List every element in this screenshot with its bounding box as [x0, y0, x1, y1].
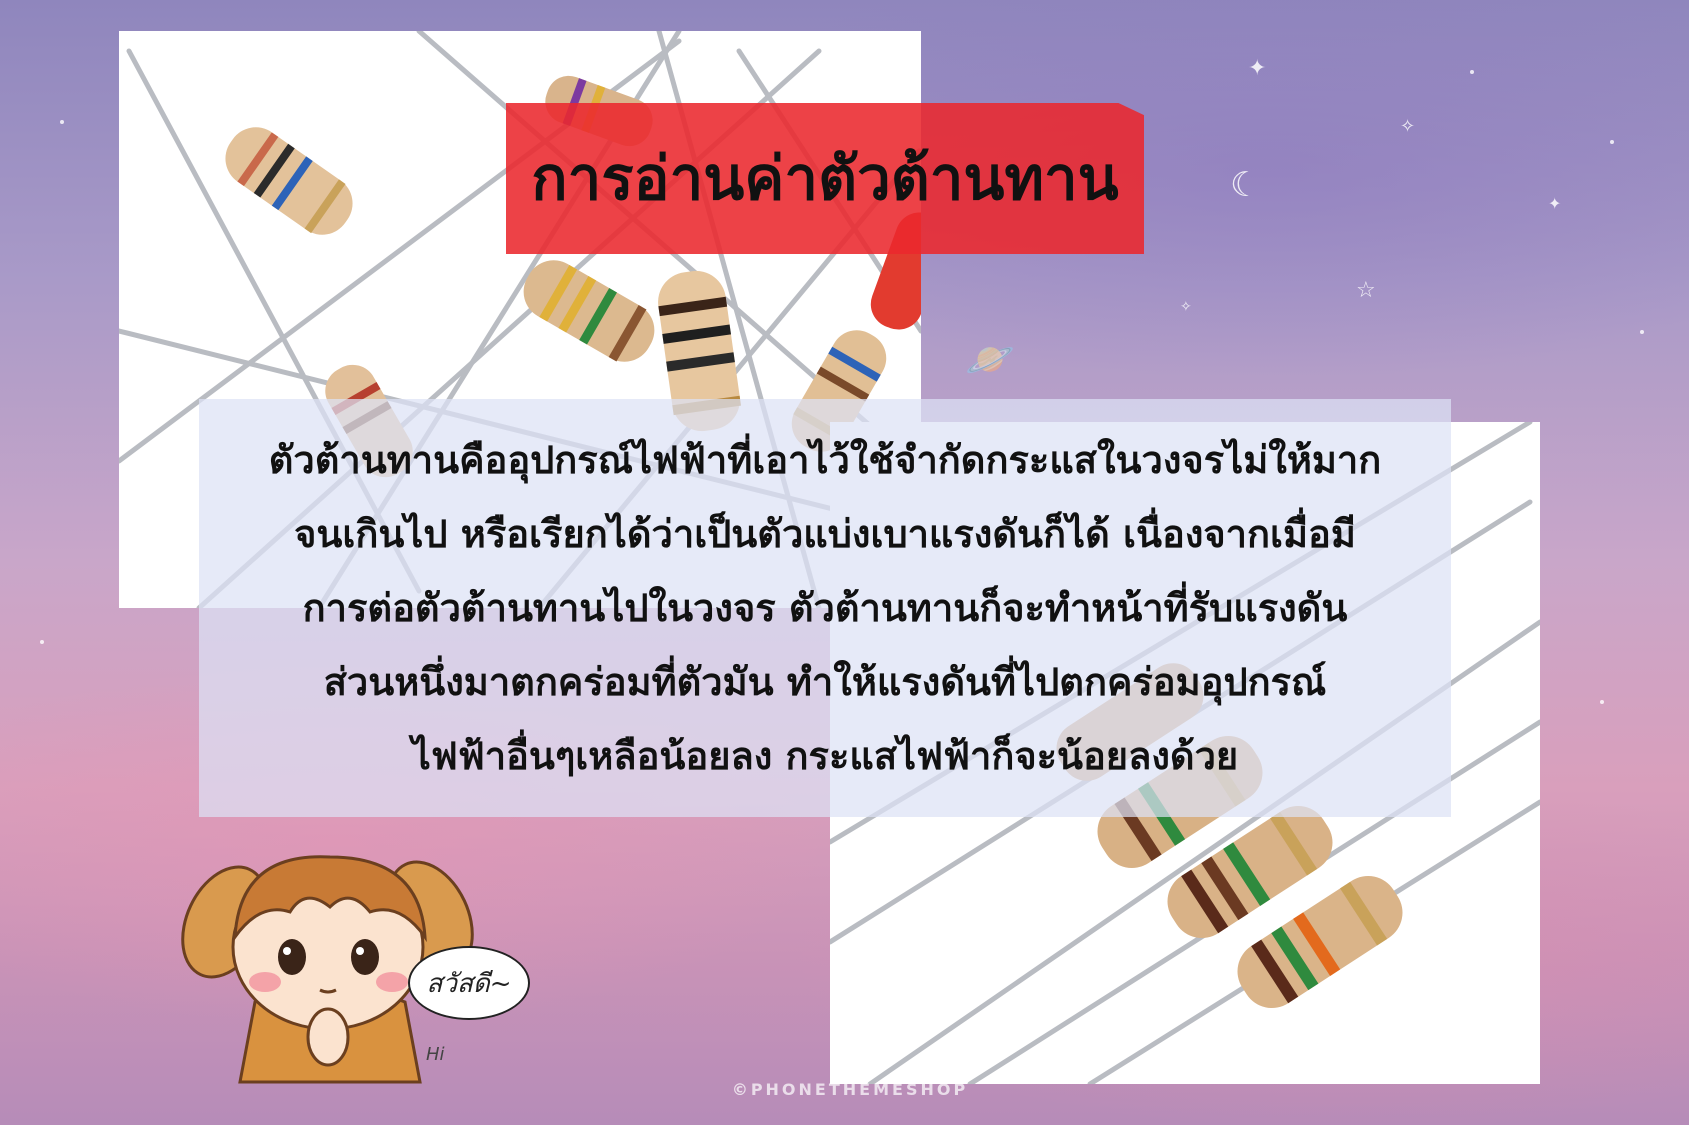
star-icon: ☾	[1230, 165, 1261, 205]
watermark: ©PHONETHEMESHOP	[731, 1080, 969, 1099]
sparkle-dot	[1600, 700, 1604, 704]
star-icon: ☆	[1356, 278, 1376, 303]
mascot-hands	[306, 1007, 350, 1067]
star-icon: ✧	[1400, 116, 1416, 137]
description-line: การต่อตัวต้านทานไปในวงจร ตัวต้านทานก็จะท…	[302, 585, 1348, 630]
mascot-eye-left	[278, 939, 306, 975]
description-line: ส่วนหนึ่งมาตกคร่อมที่ตัวมัน ทำให้แรงดันท…	[323, 659, 1327, 704]
hi-text: Hi	[426, 1044, 445, 1065]
description-line: ตัวต้านทานคืออุปกรณ์ไฟฟ้าที่เอาไว้ใช้จำก…	[268, 437, 1382, 482]
description-panel: ตัวต้านทานคืออุปกรณ์ไฟฟ้าที่เอาไว้ใช้จำก…	[199, 399, 1451, 817]
greeting-text: สวัสดี~	[426, 968, 512, 999]
sparkle-dot	[1470, 70, 1474, 74]
mascot-eye-right	[351, 939, 379, 975]
star-icon: ✦	[1548, 194, 1562, 213]
page-title: การอ่านค่าตัวต้านทาน	[531, 144, 1119, 214]
description-line: ไฟฟ้าอื่นๆเหลือน้อยลง กระแสไฟฟ้าก็จะน้อย…	[411, 733, 1239, 778]
description-line: จนเกินไป หรือเรียกได้ว่าเป็นตัวแบ่งเบาแร…	[294, 511, 1356, 556]
star-icon: ✧	[1180, 299, 1192, 315]
greeting-bubble: สวัสดี~	[408, 946, 530, 1020]
title-banner: การอ่านค่าตัวต้านทาน	[506, 103, 1144, 254]
sparkle-dot	[40, 640, 44, 644]
sparkle-dot	[1640, 330, 1644, 334]
planet-icon: 🪐	[965, 337, 1015, 383]
poster: ✦ ✧ ✦ ☆ ✧ ☾ 🪐 การอ่านค่าตัวต้านทาน ตัวต้…	[0, 0, 1689, 1125]
star-icon: ✦	[1248, 56, 1267, 81]
sparkle-dot	[60, 120, 64, 124]
sparkle-dot	[1610, 140, 1614, 144]
